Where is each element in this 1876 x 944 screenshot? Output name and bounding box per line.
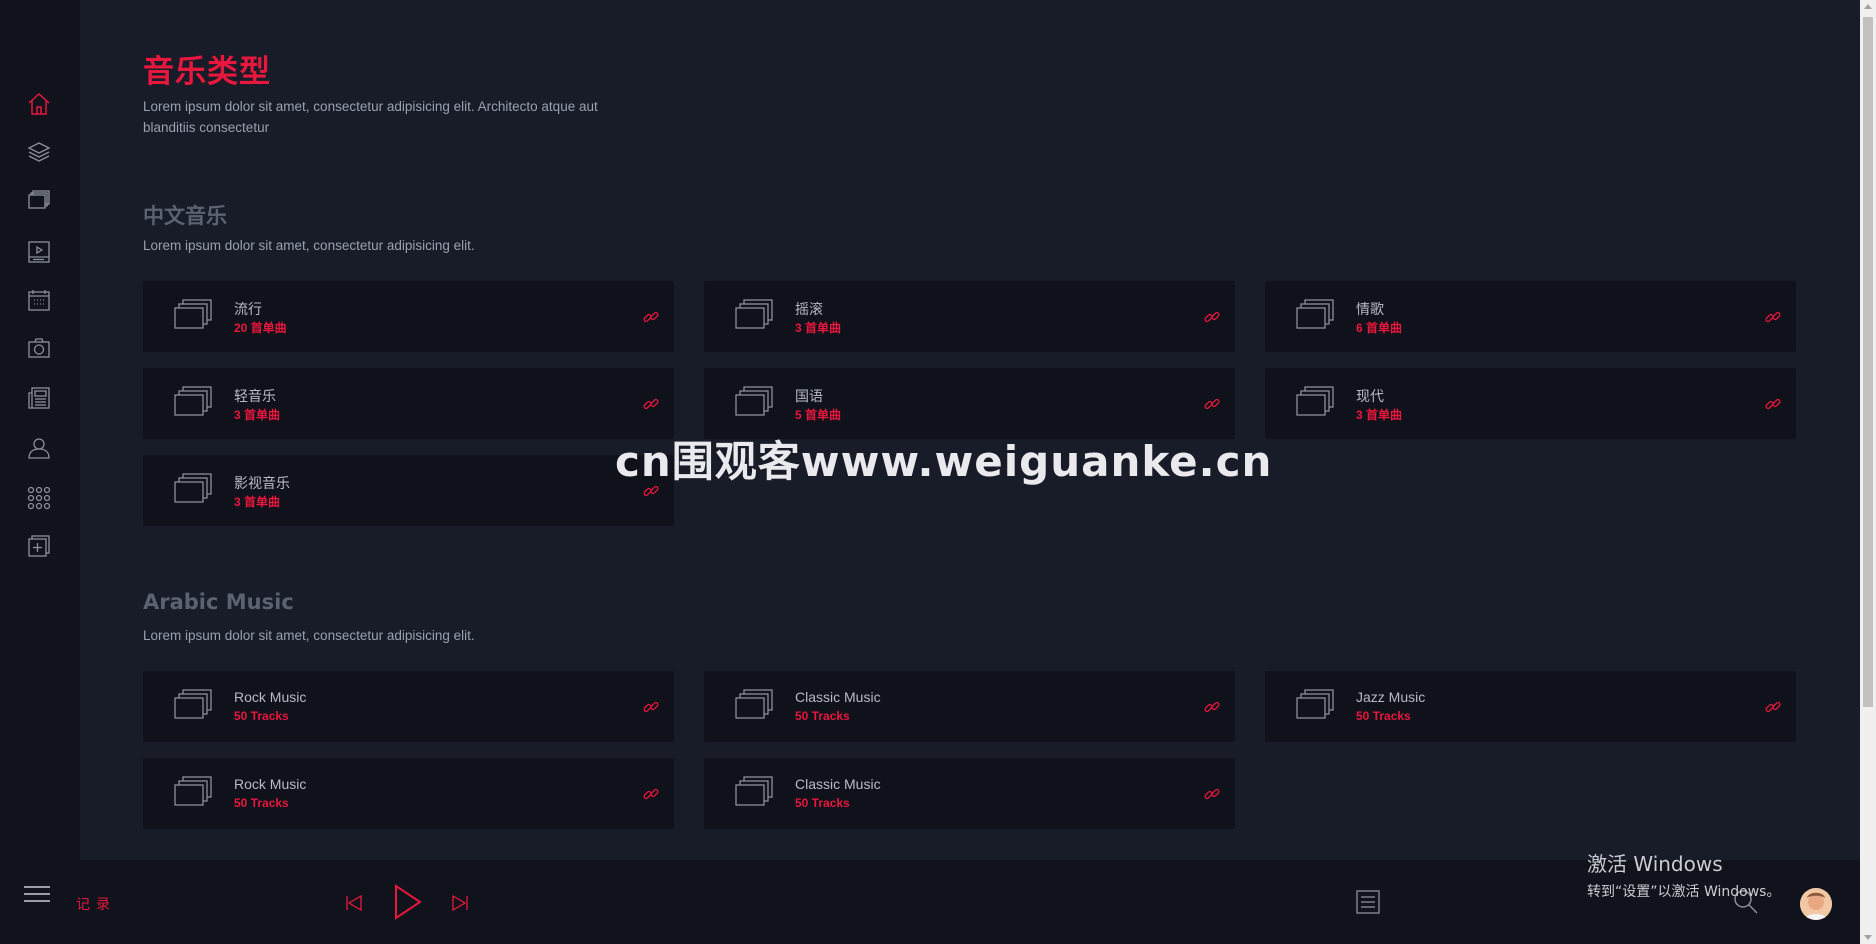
player-bar: 记录 — [0, 860, 1860, 944]
genre-name: 摇滚 — [795, 301, 823, 317]
album-stack-icon — [1295, 385, 1335, 421]
add-playlist-icon[interactable] — [25, 532, 53, 560]
video-icon[interactable] — [25, 238, 53, 266]
sidebar — [0, 0, 80, 860]
genre-name: 影视音乐 — [234, 475, 290, 491]
album-stack-icon — [734, 298, 774, 334]
playlist-icon[interactable] — [1356, 890, 1380, 914]
album-stack-icon — [1295, 298, 1335, 334]
calendar-icon[interactable] — [25, 286, 53, 314]
grid-icon[interactable] — [25, 484, 53, 512]
section-description-arabic: Lorem ipsum dolor sit amet, consectetur … — [143, 628, 475, 643]
history-label[interactable]: 记录 — [76, 894, 116, 914]
camera-icon[interactable] — [25, 334, 53, 362]
genre-card[interactable]: Rock Music 50 Tracks — [143, 671, 674, 742]
album-stack-icon — [734, 775, 774, 811]
home-icon[interactable] — [25, 90, 53, 118]
genre-card[interactable]: Jazz Music 50 Tracks — [1265, 671, 1796, 742]
page-description: Lorem ipsum dolor sit amet, consectetur … — [143, 99, 598, 135]
section-title-arabic: Arabic Music — [143, 590, 294, 614]
genre-name: Jazz Music — [1356, 689, 1426, 705]
album-stack-icon — [173, 775, 213, 811]
track-count: 50 Tracks — [234, 709, 289, 723]
windows-activation-notice: 激活 Windows 转到“设置”以激活 Windows。 — [1587, 848, 1780, 901]
genre-name: 轻音乐 — [234, 388, 276, 404]
next-track-icon[interactable] — [451, 894, 469, 912]
genre-card[interactable]: 轻音乐 3 首单曲 — [143, 368, 674, 439]
album-stack-icon — [173, 472, 213, 508]
link-icon[interactable] — [1203, 308, 1221, 326]
genre-card[interactable]: 摇滚 3 首单曲 — [704, 281, 1235, 352]
album-stack-icon — [173, 298, 213, 334]
album-stack-icon — [734, 688, 774, 724]
track-count: 6 首单曲 — [1356, 321, 1403, 335]
link-icon[interactable] — [1764, 698, 1782, 716]
genre-card[interactable]: 影视音乐 3 首单曲 — [143, 455, 674, 526]
news-icon[interactable] — [25, 384, 53, 412]
genre-card[interactable]: 现代 3 首单曲 — [1265, 368, 1796, 439]
track-count: 3 首单曲 — [795, 321, 842, 335]
albums-icon[interactable] — [25, 186, 53, 214]
scrollbar-thumb[interactable] — [1863, 17, 1873, 707]
play-icon[interactable] — [393, 884, 423, 920]
genre-name: 现代 — [1356, 388, 1384, 404]
avatar[interactable] — [1800, 888, 1832, 920]
track-count: 3 首单曲 — [234, 495, 281, 509]
track-count: 50 Tracks — [234, 796, 289, 810]
genre-card[interactable]: Classic Music 50 Tracks — [704, 758, 1235, 829]
link-icon[interactable] — [642, 308, 660, 326]
page-title: 音乐类型 — [143, 54, 271, 90]
track-count: 50 Tracks — [795, 796, 850, 810]
genre-name: Rock Music — [234, 689, 307, 705]
track-count: 3 首单曲 — [1356, 408, 1403, 422]
track-count: 50 Tracks — [1356, 709, 1411, 723]
previous-track-icon[interactable] — [345, 894, 363, 912]
watermark: cn围观客www.weiguanke.cn — [615, 437, 1273, 486]
section-description-chinese: Lorem ipsum dolor sit amet, consectetur … — [143, 238, 475, 253]
windows-activation-subtitle: 转到“设置”以激活 Windows。 — [1587, 884, 1781, 900]
track-count: 20 首单曲 — [234, 321, 287, 335]
genre-card[interactable]: Rock Music 50 Tracks — [143, 758, 674, 829]
album-stack-icon — [1295, 688, 1335, 724]
link-icon[interactable] — [1764, 395, 1782, 413]
link-icon[interactable] — [642, 395, 660, 413]
windows-activation-title: 激活 Windows — [1587, 852, 1723, 876]
album-stack-icon — [173, 688, 213, 724]
section-title-chinese: 中文音乐 — [143, 204, 227, 228]
genre-card[interactable]: Classic Music 50 Tracks — [704, 671, 1235, 742]
link-icon[interactable] — [1203, 785, 1221, 803]
track-count: 5 首单曲 — [795, 408, 842, 422]
scrollbar[interactable] — [1860, 0, 1876, 944]
genre-name: Classic Music — [795, 776, 881, 792]
album-stack-icon — [734, 385, 774, 421]
genre-name: 流行 — [234, 301, 262, 317]
link-icon[interactable] — [642, 698, 660, 716]
genre-name: 国语 — [795, 388, 823, 404]
scroll-down-icon[interactable] — [1864, 935, 1872, 940]
track-count: 3 首单曲 — [234, 408, 281, 422]
link-icon[interactable] — [1764, 308, 1782, 326]
layers-icon[interactable] — [25, 138, 53, 166]
genre-card[interactable]: 情歌 6 首单曲 — [1265, 281, 1796, 352]
user-icon[interactable] — [25, 434, 53, 462]
link-icon[interactable] — [1203, 698, 1221, 716]
link-icon[interactable] — [642, 785, 660, 803]
album-stack-icon — [173, 385, 213, 421]
link-icon[interactable] — [1203, 395, 1221, 413]
menu-icon[interactable] — [24, 884, 50, 904]
scroll-up-icon[interactable] — [1864, 4, 1872, 9]
track-count: 50 Tracks — [795, 709, 850, 723]
genre-card[interactable]: 流行 20 首单曲 — [143, 281, 674, 352]
genre-name: Rock Music — [234, 776, 307, 792]
genre-name: 情歌 — [1356, 301, 1384, 317]
genre-name: Classic Music — [795, 689, 881, 705]
